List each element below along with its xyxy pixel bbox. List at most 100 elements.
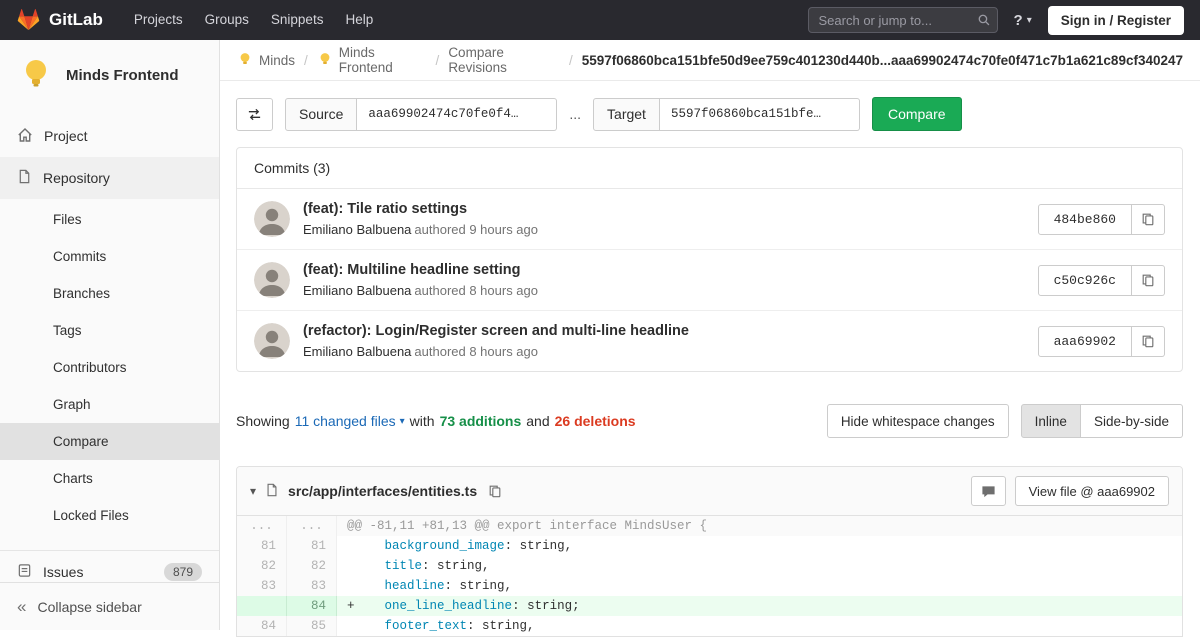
repository-icon (17, 169, 32, 187)
code-property: footer_text (385, 619, 468, 633)
sign-in-button[interactable]: Sign in / Register (1048, 6, 1184, 35)
commit-sha-group: aaa69902 (1038, 326, 1165, 357)
diff-sign (347, 579, 355, 593)
changed-files-dropdown[interactable]: 11 changed files ▾ (295, 413, 405, 429)
author-avatar[interactable] (254, 323, 290, 359)
old-line-number[interactable]: 84 (237, 616, 287, 636)
collapse-label: Collapse sidebar (37, 599, 141, 615)
author-avatar[interactable] (254, 201, 290, 237)
sidebar-item-commits[interactable]: Commits (0, 238, 219, 275)
clipboard-icon (1141, 273, 1155, 287)
commit-row: (feat): Multiline headline setting Emili… (237, 249, 1182, 310)
code-rest: : string, (422, 559, 490, 573)
commit-row: (refactor): Login/Register screen and mu… (237, 310, 1182, 371)
author-avatar[interactable] (254, 262, 290, 298)
inline-view-button[interactable]: Inline (1021, 404, 1081, 438)
commit-sha[interactable]: aaa69902 (1038, 326, 1132, 357)
navbar-right: ? ▾ Sign in / Register (808, 6, 1184, 35)
sidebar-item-contributors[interactable]: Contributors (0, 349, 219, 386)
commit-title[interactable]: (refactor): Login/Register screen and mu… (303, 323, 689, 339)
sidebar-item-repository[interactable]: Repository (0, 157, 219, 199)
comment-on-file-button[interactable] (971, 476, 1006, 506)
hide-whitespace-button[interactable]: Hide whitespace changes (827, 404, 1009, 438)
repository-submenu: Files Commits Branches Tags Contributors… (0, 199, 219, 538)
view-file-button[interactable]: View file @ aaa69902 (1015, 476, 1169, 506)
changed-files-count: 11 changed files (295, 413, 396, 429)
old-line-number[interactable]: 81 (237, 536, 287, 556)
old-line-number[interactable]: 82 (237, 556, 287, 576)
sidebar-item-files[interactable]: Files (0, 201, 219, 238)
help-icon: ? (1014, 12, 1023, 29)
code-property: one_line_headline (385, 599, 513, 613)
sidebar-item-charts[interactable]: Charts (0, 460, 219, 497)
deletions-count: 26 deletions (555, 413, 636, 429)
commit-title[interactable]: (feat): Multiline headline setting (303, 262, 538, 278)
help-dropdown[interactable]: ? ▾ (1014, 12, 1032, 29)
changes-summary-text: Showing 11 changed files ▾ with 73 addit… (236, 413, 636, 429)
gitlab-home-link[interactable]: GitLab (16, 7, 103, 34)
changes-summary-bar: Showing 11 changed files ▾ with 73 addit… (236, 404, 1183, 438)
old-line-number[interactable] (237, 596, 287, 616)
diff-hunk-header: @@ -81,11 +81,13 @@ export interface Min… (337, 516, 1182, 536)
copy-sha-button[interactable] (1132, 265, 1165, 296)
clipboard-icon (488, 484, 502, 498)
nav-help[interactable]: Help (334, 0, 384, 40)
collapse-diff-icon[interactable]: ▾ (250, 484, 256, 498)
code-property: title (385, 559, 423, 573)
search-icon (977, 13, 991, 30)
sidebar-item-branches[interactable]: Branches (0, 275, 219, 312)
side-by-side-view-button[interactable]: Side-by-side (1081, 404, 1183, 438)
commit-author[interactable]: Emiliano Balbuena (303, 222, 411, 237)
new-line-number[interactable]: 84 (287, 596, 337, 616)
source-revision-input[interactable] (357, 98, 557, 131)
commit-title[interactable]: (feat): Tile ratio settings (303, 201, 538, 217)
commit-sha-group: 484be860 (1038, 204, 1165, 235)
new-line-number[interactable]: 82 (287, 556, 337, 576)
copy-sha-button[interactable] (1132, 326, 1165, 357)
search-input[interactable] (808, 7, 998, 33)
commit-meta: Emiliano Balbuenaauthored 9 hours ago (303, 222, 538, 237)
old-line-number[interactable]: ... (237, 516, 287, 536)
commit-author[interactable]: Emiliano Balbuena (303, 283, 411, 298)
sidebar-item-locked-files[interactable]: Locked Files (0, 497, 219, 534)
copy-file-path-button[interactable] (486, 482, 504, 500)
new-line-number[interactable]: 81 (287, 536, 337, 556)
new-line-number[interactable]: 85 (287, 616, 337, 636)
showing-label: Showing (236, 413, 290, 429)
commit-sha[interactable]: c50c926c (1038, 265, 1132, 296)
commit-time: authored 8 hours ago (414, 283, 538, 298)
collapse-sidebar-button[interactable]: « Collapse sidebar (0, 582, 219, 630)
breadcrumb-minds[interactable]: Minds (237, 51, 295, 70)
compare-button[interactable]: Compare (872, 97, 962, 131)
target-revision-input[interactable] (660, 98, 860, 131)
commit-time: authored 9 hours ago (414, 222, 538, 237)
project-sidebar: Minds Frontend Project Repository Files … (0, 40, 220, 630)
commit-author[interactable]: Emiliano Balbuena (303, 344, 411, 359)
diff-line: 82 82 title: string, (237, 556, 1182, 576)
sidebar-item-tags[interactable]: Tags (0, 312, 219, 349)
old-line-number[interactable]: 83 (237, 576, 287, 596)
copy-sha-button[interactable] (1132, 204, 1165, 235)
sidebar-item-graph[interactable]: Graph (0, 386, 219, 423)
target-label: Target (593, 98, 660, 131)
chevron-down-icon: ▾ (1027, 15, 1032, 26)
sidebar-item-compare[interactable]: Compare (0, 423, 219, 460)
minds-project-icon (317, 51, 333, 70)
commit-sha[interactable]: 484be860 (1038, 204, 1132, 235)
breadcrumb-minds-frontend[interactable]: Minds Frontend (317, 45, 427, 75)
project-avatar (16, 54, 56, 97)
new-line-number[interactable]: ... (287, 516, 337, 536)
nav-projects[interactable]: Projects (123, 0, 194, 40)
nav-groups[interactable]: Groups (194, 0, 260, 40)
diff-file-panel: ▾ src/app/interfaces/entities.ts (236, 466, 1183, 637)
diff-view-toggle: Inline Side-by-side (1021, 404, 1183, 438)
diff-file-path[interactable]: src/app/interfaces/entities.ts (288, 483, 477, 499)
source-input-group: Source (285, 98, 557, 131)
breadcrumb-compare-revisions[interactable]: Compare Revisions (448, 45, 560, 75)
new-line-number[interactable]: 83 (287, 576, 337, 596)
diff-line: 81 81 background_image: string, (237, 536, 1182, 556)
sidebar-item-project[interactable]: Project (0, 115, 219, 157)
nav-snippets[interactable]: Snippets (260, 0, 335, 40)
swap-revisions-button[interactable] (236, 98, 273, 131)
project-header[interactable]: Minds Frontend (0, 40, 219, 107)
